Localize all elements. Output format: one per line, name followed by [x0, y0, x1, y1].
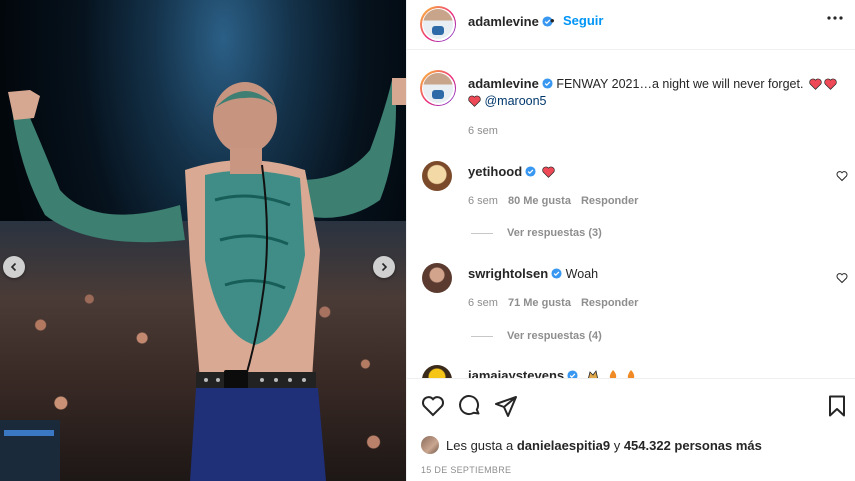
commenter-avatar[interactable]	[422, 161, 452, 191]
verified-badge-icon	[567, 370, 578, 378]
heart-outline-icon[interactable]	[836, 170, 848, 182]
next-photo-button[interactable]	[373, 256, 395, 278]
post-side-panel: adamlevine • Seguir adamlevine FENWAY 20…	[406, 0, 855, 481]
red-heart-emoji-icon	[468, 95, 481, 107]
comment-text-line: yetihood	[468, 164, 555, 179]
red-heart-emoji-icon	[824, 78, 837, 90]
hands-emoji-icon	[587, 370, 598, 378]
comment-meta: 6 sem 71 Me gusta Responder	[468, 297, 638, 309]
caption-author-username[interactable]: adamlevine	[468, 76, 539, 91]
follow-button[interactable]: Seguir	[563, 13, 603, 28]
post-header: adamlevine • Seguir	[407, 0, 855, 50]
post-photo[interactable]	[0, 0, 406, 481]
heart-outline-icon[interactable]	[421, 394, 445, 418]
liker-username[interactable]: danielaespitia9	[517, 438, 610, 453]
red-heart-emoji-icon	[542, 166, 555, 178]
author-username[interactable]: adamlevine	[468, 14, 553, 29]
likes-count[interactable]: 454.322 personas más	[624, 438, 762, 453]
reply-button[interactable]: Responder	[581, 195, 638, 207]
comment-like-count[interactable]: 71 Me gusta	[508, 297, 571, 309]
comment-text-line: jamaiaystevens	[468, 368, 637, 378]
view-replies-button[interactable]: Ver respuestas (4)	[471, 330, 602, 342]
performer-figure	[0, 78, 406, 481]
heart-outline-icon[interactable]	[836, 272, 848, 284]
comment-time: 6 sem	[468, 297, 498, 309]
instagram-post-modal: adamlevine • Seguir adamlevine FENWAY 20…	[0, 0, 855, 481]
view-replies-label: Ver respuestas (3)	[507, 227, 602, 239]
view-replies-button[interactable]: Ver respuestas (3)	[471, 227, 602, 239]
liker-avatar	[421, 436, 439, 454]
more-options-icon[interactable]	[827, 16, 843, 20]
comment-text: Woah	[565, 267, 599, 281]
comment-time: 6 sem	[468, 195, 498, 207]
likes-middle: y	[613, 437, 621, 453]
caption-mention-link[interactable]: @maroon5	[484, 94, 546, 108]
comments-list[interactable]: adamlevine FENWAY 2021…a night we will n…	[407, 50, 855, 378]
fire-emoji-icon	[609, 370, 617, 378]
caption-text-block: adamlevine FENWAY 2021…a night we will n…	[468, 75, 844, 110]
commenter-avatar[interactable]	[422, 263, 452, 293]
caption-time: 6 sem	[468, 125, 498, 137]
author-avatar[interactable]	[420, 6, 456, 42]
red-heart-emoji-icon	[809, 78, 822, 90]
likes-summary[interactable]: Les gusta a danielaespitia9 y 454.322 pe…	[421, 436, 762, 454]
commenter-username[interactable]: swrightolsen	[468, 266, 548, 281]
bookmark-icon[interactable]	[825, 394, 849, 418]
view-replies-label: Ver respuestas (4)	[507, 330, 602, 342]
commenter-username[interactable]: yetihood	[468, 164, 522, 179]
post-date[interactable]: 15 DE SEPTIEMBRE	[421, 465, 511, 475]
verified-badge-icon	[542, 78, 553, 89]
comment-text-line: swrightolsen Woah	[468, 266, 598, 281]
chevron-left-icon	[10, 262, 17, 272]
comment-meta: 6 sem 80 Me gusta Responder	[468, 195, 638, 207]
commenter-username[interactable]: jamaiaystevens	[468, 368, 564, 378]
header-separator: •	[550, 13, 555, 28]
commenter-avatar[interactable]	[422, 365, 452, 378]
verified-badge-icon	[525, 166, 536, 177]
send-icon[interactable]	[494, 394, 518, 418]
caption-text: FENWAY 2021…a night we will never forget…	[556, 77, 804, 91]
comment-icon[interactable]	[458, 394, 482, 418]
comment-like-count[interactable]: 80 Me gusta	[508, 195, 571, 207]
previous-photo-button[interactable]	[3, 256, 25, 278]
post-actions: Les gusta a danielaespitia9 y 454.322 pe…	[407, 378, 855, 481]
fire-emoji-icon	[627, 370, 634, 378]
reply-button[interactable]: Responder	[581, 297, 638, 309]
likes-prefix: Les gusta a	[446, 437, 514, 453]
caption-author-avatar[interactable]	[420, 70, 456, 106]
verified-badge-icon	[551, 268, 562, 279]
chevron-right-icon	[381, 262, 388, 272]
